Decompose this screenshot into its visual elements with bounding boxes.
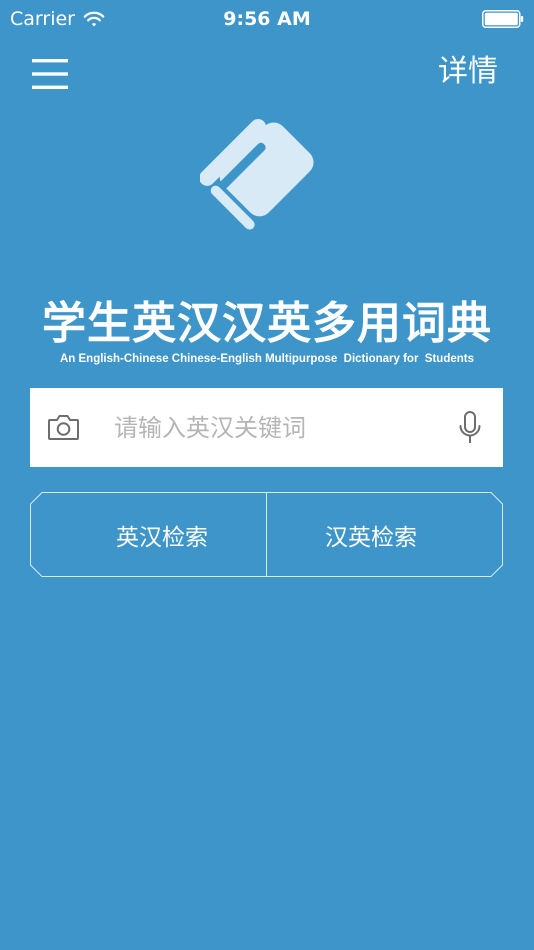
app-title: 学生英汉汉英多用词典: [42, 298, 492, 349]
camera-icon[interactable]: [47, 413, 80, 441]
battery-icon: [482, 10, 524, 28]
chinese-english-search-button[interactable]: 汉英检索: [267, 492, 503, 577]
details-button[interactable]: 详情: [438, 52, 498, 92]
search-bar: [30, 388, 503, 467]
app-subtitle: An English-Chinese Chinese-English Multi…: [59, 353, 475, 365]
book-logo-icon: [200, 118, 314, 230]
search-input[interactable]: [114, 406, 434, 450]
english-chinese-search-label: 英汉检索: [116, 524, 208, 551]
microphone-icon[interactable]: [457, 410, 483, 446]
status-bar: Carrier 9:56 AM: [0, 0, 534, 38]
search-mode-group: 英汉检索 汉英检索: [30, 492, 503, 577]
hamburger-menu-icon[interactable]: [30, 56, 70, 92]
chinese-english-search-label: 汉英检索: [325, 524, 417, 551]
english-chinese-search-button[interactable]: 英汉检索: [30, 492, 266, 577]
status-time: 9:56 AM: [223, 8, 311, 30]
